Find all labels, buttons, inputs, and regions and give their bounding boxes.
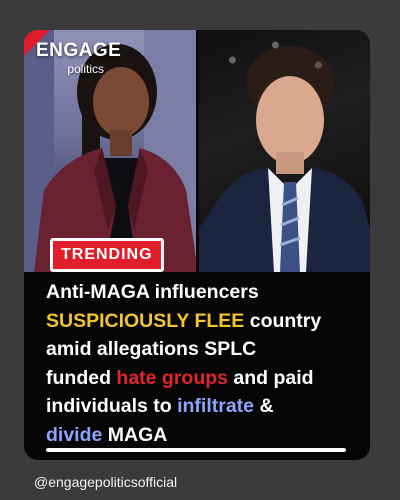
headline-text: funded [46, 366, 117, 389]
brand-logo: ENGAGE politics [36, 40, 121, 76]
headline-line: funded hate groups and paid [46, 364, 364, 393]
headline-text: individuals to [46, 395, 178, 417]
trending-badge: TRENDING [50, 238, 164, 272]
headline-highlight-yellow: SUSPICIOUSLY FLEE [46, 309, 245, 332]
post-card[interactable]: ENGAGE politics TRENDING Anti-MAGA influ… [24, 30, 370, 460]
brand-subtitle: politics [67, 62, 105, 76]
headline-text: Anti-MAGA influencers [46, 281, 259, 303]
headline-text: MAGA [102, 423, 168, 446]
right-photo [198, 30, 370, 272]
headline: Anti-MAGA influencers SUSPICIOUSLY FLEE … [46, 278, 364, 449]
headline-underline [46, 448, 346, 452]
headline-line: Anti-MAGA influencers [46, 278, 364, 307]
headline-line: amid allegations SPLC [46, 335, 364, 364]
headline-line: divide MAGA [46, 421, 364, 450]
brand-name: ENGAGE [36, 40, 122, 61]
headline-highlight-red: hate groups [116, 366, 228, 389]
screen: ENGAGE politics TRENDING Anti-MAGA influ… [0, 0, 400, 500]
photo-divider [196, 30, 199, 272]
headline-text: & [254, 395, 274, 417]
headline-highlight-blue: divide [46, 423, 103, 446]
account-handle-link[interactable]: @engagepoliticsofficial [34, 474, 177, 490]
headline-highlight-blue: infiltrate [177, 395, 255, 417]
headline-text: and paid [228, 366, 314, 389]
post-image[interactable]: ENGAGE politics [24, 30, 370, 272]
headline-line: individuals to infiltrate & [46, 392, 364, 421]
headline-text: country [244, 309, 322, 332]
background-lights [198, 30, 370, 130]
headline-line: SUSPICIOUSLY FLEE country [46, 307, 364, 336]
headline-text: amid allegations SPLC [46, 338, 257, 360]
